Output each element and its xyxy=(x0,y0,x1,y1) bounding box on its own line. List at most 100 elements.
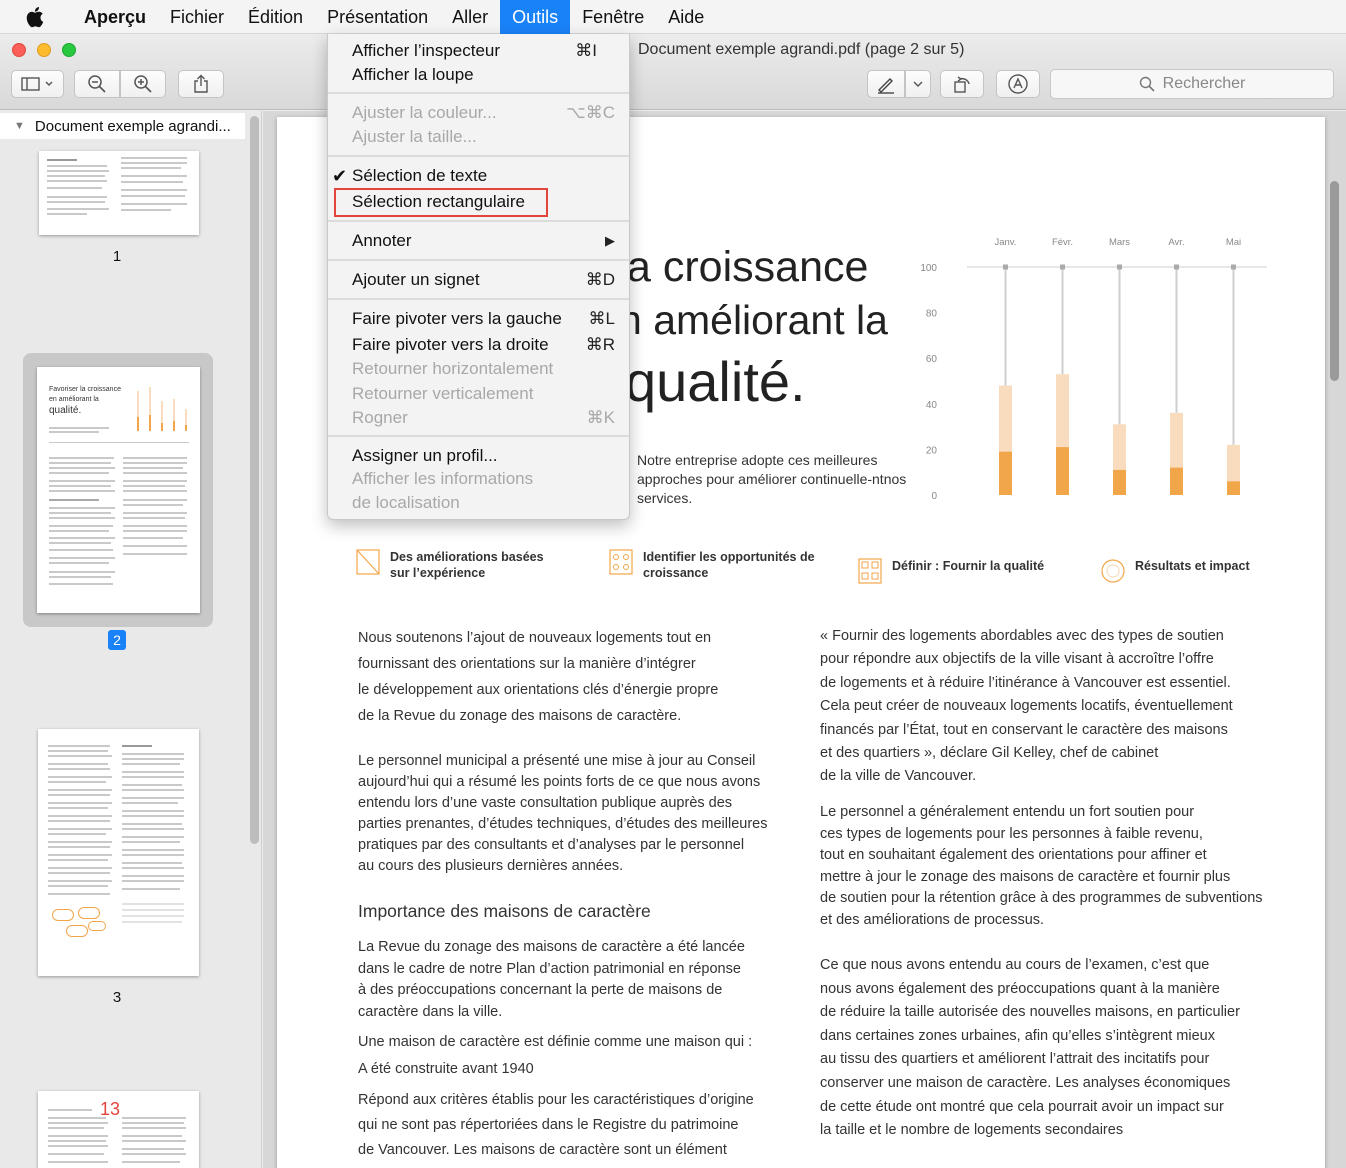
text-line: la taille et le nombre de logements seco… xyxy=(820,1122,1124,1139)
text-line: fournissant des orientations sur la mani… xyxy=(358,656,696,672)
text-line: Cela peut créer de nouveaux logements lo… xyxy=(820,698,1233,715)
bar-marker xyxy=(1003,264,1008,270)
text-line: de cette étude ont montré que cela pourr… xyxy=(820,1098,1224,1115)
apple-logo-icon[interactable] xyxy=(26,6,56,28)
menu-app-apercu[interactable]: Aperçu xyxy=(72,0,158,34)
feature-results-label: Résultats et impact xyxy=(1135,559,1250,573)
checkmark-icon: ✔ xyxy=(332,166,348,186)
menu-item-selection-texte[interactable]: ✔ Sélection de texte xyxy=(328,164,629,188)
menu-item-assigner-profil[interactable]: Assigner un profil... xyxy=(328,444,629,468)
menu-item-ajuster-taille: Ajuster la taille... xyxy=(352,127,477,146)
search-field[interactable]: Rechercher xyxy=(1050,69,1334,99)
right-paragraph-1: « Fournir des logements abordables avec … xyxy=(820,625,1233,789)
left-paragraph-4: Une maison de caractère est définie comm… xyxy=(358,1034,753,1050)
x-tick-label: Janv. xyxy=(994,237,1016,248)
disclosure-triangle-icon[interactable]: ▼ xyxy=(14,120,25,132)
left-paragraph-3: La Revue du zonage des maisons de caract… xyxy=(358,937,745,1023)
page-thumbnail-3[interactable] xyxy=(38,729,199,976)
menu-fenetre[interactable]: Fenêtre xyxy=(570,0,656,34)
text-line: Ce que nous avons entendu au cours de l’… xyxy=(820,957,1210,973)
text-line: au tissu des quartiers et améliorent l’a… xyxy=(820,1051,1210,1068)
menu-separator xyxy=(328,155,629,157)
menu-separator xyxy=(328,298,629,300)
zoom-window-button[interactable] xyxy=(62,43,76,57)
markup-pen-button[interactable] xyxy=(867,70,905,98)
thumb-2-title-line-1: Favoriser la croissance xyxy=(49,386,121,393)
menu-aller[interactable]: Aller xyxy=(440,0,500,34)
zoom-out-button[interactable] xyxy=(74,70,120,98)
menu-fichier[interactable]: Fichier xyxy=(158,0,236,34)
sidebar-icon xyxy=(20,77,52,91)
menu-bar: Aperçu Fichier Édition Présentation Alle… xyxy=(0,0,1346,34)
thumb-2-title-line-3: qualité. xyxy=(49,405,82,416)
bar-dark xyxy=(1227,481,1240,495)
text-line: tout en souhaitant également des orienta… xyxy=(820,847,1207,864)
bar-dark xyxy=(1113,469,1126,495)
markup-toolbar-button[interactable] xyxy=(996,70,1040,98)
text-line: conserver une maison de caractère. Les a… xyxy=(820,1074,1231,1091)
page-thumbnail-4[interactable]: 13 xyxy=(38,1091,199,1168)
menu-separator xyxy=(328,92,629,94)
right-paragraph-3: Ce que nous avons entendu au cours de l’… xyxy=(820,954,1240,1143)
menu-aide[interactable]: Aide xyxy=(656,0,716,34)
window-toolbar: Document exemple agrandi.pdf (page 2 sur… xyxy=(0,34,1346,110)
y-tick-label: 60 xyxy=(926,354,938,365)
page-thumbnail-1[interactable] xyxy=(39,151,199,235)
left-paragraph-6: Répond aux critères établis pour les car… xyxy=(358,1088,754,1163)
document-scrollbar[interactable] xyxy=(1330,181,1339,381)
thumbnail-sidebar: ▼ Document exemple agrandi... 1 Favorise… xyxy=(0,111,262,1168)
markup-icon xyxy=(1008,74,1028,94)
sidebar-scrollbar[interactable] xyxy=(250,116,259,844)
thumb-4-number: 13 xyxy=(100,1099,121,1119)
highlight-box xyxy=(334,188,548,217)
markup-menu-button[interactable] xyxy=(905,70,931,98)
right-paragraph-2: Le personnel a généralement entendu un f… xyxy=(820,802,1263,932)
close-window-button[interactable] xyxy=(12,43,26,57)
page-number-1: 1 xyxy=(112,248,122,265)
feature-opportunities: Identifier les opportunités de croissanc… xyxy=(609,549,818,581)
sidebar-document-item[interactable]: ▼ Document exemple agrandi... xyxy=(0,113,245,139)
bar-marker xyxy=(1174,264,1179,270)
menu-separator xyxy=(328,259,629,261)
thumb-2-title-line-2: en améliorant la xyxy=(49,396,99,403)
bar-dark xyxy=(1170,467,1183,495)
menu-item-ajouter-signet[interactable]: Ajouter un signet ⌘D xyxy=(328,268,629,292)
page-thumbnail-2[interactable]: Favoriser la croissance en améliorant la… xyxy=(37,367,200,613)
text-line: qui ne sont pas répertoriées dans le Reg… xyxy=(358,1117,739,1133)
text-line: et des améliorations de processus. xyxy=(820,911,1045,928)
text-line: caractère dans la ville. xyxy=(358,1003,503,1020)
grid-icon xyxy=(609,549,633,575)
share-button[interactable] xyxy=(178,70,224,98)
text-line: dans certaines zones urbaines, afin qu’e… xyxy=(820,1027,1215,1044)
text-line: de Vancouver. Les maisons de caractère s… xyxy=(358,1142,727,1158)
menu-item-pivoter-gauche[interactable]: Faire pivoter vers la gauche ⌘L xyxy=(328,307,629,331)
rotate-button[interactable] xyxy=(940,70,984,98)
text-line: aujourd’hui qui a résumé les points fort… xyxy=(358,774,761,790)
zoom-out-icon xyxy=(88,75,106,93)
y-tick-label: 20 xyxy=(926,445,938,456)
sidebar-toggle-button[interactable] xyxy=(11,70,64,98)
text-line: Nous soutenons l’ajout de nouveaux logem… xyxy=(358,630,712,646)
rotate-icon xyxy=(954,76,970,93)
minimize-window-button[interactable] xyxy=(37,43,51,57)
menu-item-afficher-inspecteur[interactable]: Afficher l’inspecteur ⌘I xyxy=(328,39,629,63)
window-title: Document exemple agrandi.pdf (page 2 sur… xyxy=(638,41,965,58)
zoom-in-button[interactable] xyxy=(120,70,166,98)
search-icon xyxy=(1139,76,1155,92)
menu-item-afficher-loupe[interactable]: Afficher la loupe xyxy=(328,63,629,87)
menu-item-pivoter-droite[interactable]: Faire pivoter vers la droite ⌘R xyxy=(328,333,629,357)
text-line: au cours des plusieurs dernières années. xyxy=(358,858,624,874)
text-line: « Fournir des logements abordables avec … xyxy=(820,628,1224,644)
feature-experience: Des améliorations basées sur l’expérienc… xyxy=(356,549,560,581)
menu-edition[interactable]: Édition xyxy=(236,0,315,34)
ruler-icon xyxy=(356,549,380,575)
menu-outils[interactable]: Outils xyxy=(500,0,571,34)
zoom-in-icon xyxy=(134,75,152,93)
page-number-2: 2 xyxy=(108,630,126,650)
bar-marker xyxy=(1117,264,1122,270)
menu-item-annoter[interactable]: Annoter ▶ xyxy=(328,229,629,253)
text-line: La Revue du zonage des maisons de caract… xyxy=(358,939,745,955)
feature-opportunities-label: Identifier les opportunités de croissanc… xyxy=(643,550,815,580)
menu-presentation[interactable]: Présentation xyxy=(315,0,440,34)
bar-marker xyxy=(1060,264,1065,270)
